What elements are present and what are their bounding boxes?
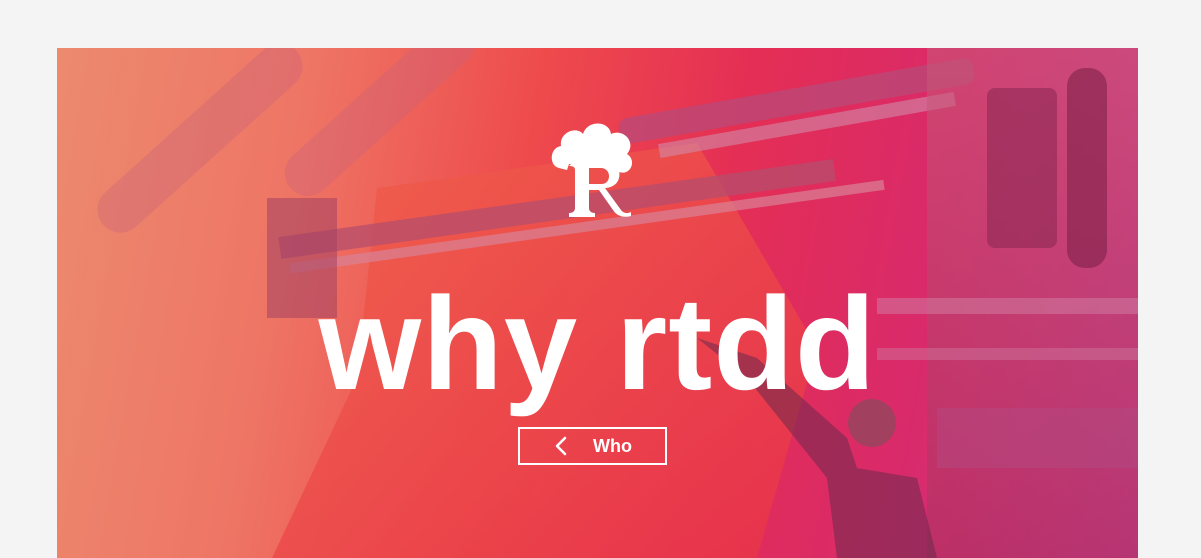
hero-banner: why rtdd Who — [57, 48, 1138, 558]
hero-title: why rtdd — [318, 270, 877, 417]
chevron-left-icon — [555, 436, 567, 456]
who-button[interactable]: Who — [518, 427, 667, 465]
page-margin — [1138, 48, 1201, 558]
page: why rtdd Who — [0, 0, 1201, 558]
rtdd-logo-icon — [551, 123, 633, 217]
who-button-label: Who — [593, 436, 632, 456]
